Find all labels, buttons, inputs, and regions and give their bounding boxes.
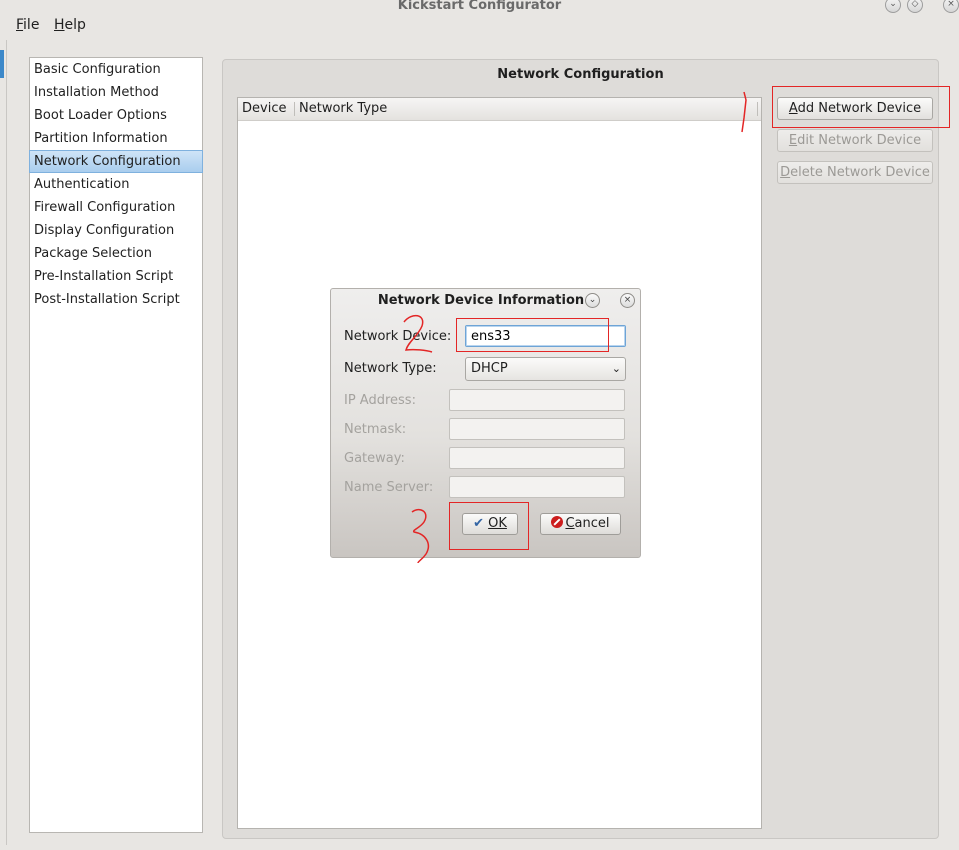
minimize-icon[interactable]: ⌄ [885,0,901,13]
annotation-box-add-device [772,86,950,128]
netmask-input [449,418,625,440]
network-type-select[interactable]: DHCP ⌄ [465,357,626,381]
column-device[interactable]: Device [242,98,286,120]
sidebar-item-basic-configuration[interactable]: Basic Configuration [30,58,202,81]
delete-network-device-button[interactable]: Delete Network Device [777,161,933,184]
window-controls: ⌄ ◇ × [879,0,959,13]
name-server-input [449,476,625,498]
dialog-minimize-icon[interactable]: ⌄ [585,293,600,308]
page-title: Network Configuration [497,67,664,82]
sidebar-item-post-installation-script[interactable]: Post-Installation Script [30,288,202,311]
edit-network-device-button[interactable]: Edit Network Device [777,129,933,152]
name-server-label: Name Server: [344,480,434,495]
frame-edge [6,40,7,845]
list-header: Device Network Type [238,98,761,121]
gateway-label: Gateway: [344,451,405,466]
close-icon[interactable]: × [943,0,959,13]
cancel-button[interactable]: Cancel [540,513,621,535]
sidebar-item-package-selection[interactable]: Package Selection [30,242,202,265]
window-title: Kickstart Configurator [397,0,562,13]
column-network-type[interactable]: Network Type [299,98,387,120]
window-focus-indicator [0,50,4,78]
chevron-down-icon: ⌄ [611,362,621,375]
column-separator [294,102,295,116]
sidebar-item-pre-installation-script[interactable]: Pre-Installation Script [30,265,202,288]
menu-help[interactable]: Help [54,17,86,33]
annotation-box-ok [449,502,529,550]
cancel-icon [551,516,564,528]
gateway-input [449,447,625,469]
sidebar-item-display-configuration[interactable]: Display Configuration [30,219,202,242]
netmask-label: Netmask: [344,422,407,437]
sidebar-item-firewall-configuration[interactable]: Firewall Configuration [30,196,202,219]
sidebar-item-installation-method[interactable]: Installation Method [30,81,202,104]
menu-file[interactable]: File [16,17,39,33]
dialog-close-icon[interactable]: × [620,293,635,308]
maximize-icon[interactable]: ◇ [907,0,923,13]
annotation-box-device-field [456,318,609,352]
network-type-label: Network Type: [344,361,437,376]
sidebar-item-boot-loader-options[interactable]: Boot Loader Options [30,104,202,127]
menubar: File Help [0,14,959,40]
network-device-label: Network Device: [344,329,452,344]
column-separator [757,102,758,116]
network-type-value: DHCP [471,361,508,376]
ip-address-input [449,389,625,411]
sidebar-item-partition-information[interactable]: Partition Information [30,127,202,150]
sidebar-item-network-configuration[interactable]: Network Configuration [29,150,203,173]
sidebar: Basic Configuration Installation Method … [29,57,203,833]
sidebar-item-authentication[interactable]: Authentication [30,173,202,196]
ip-address-label: IP Address: [344,393,416,408]
